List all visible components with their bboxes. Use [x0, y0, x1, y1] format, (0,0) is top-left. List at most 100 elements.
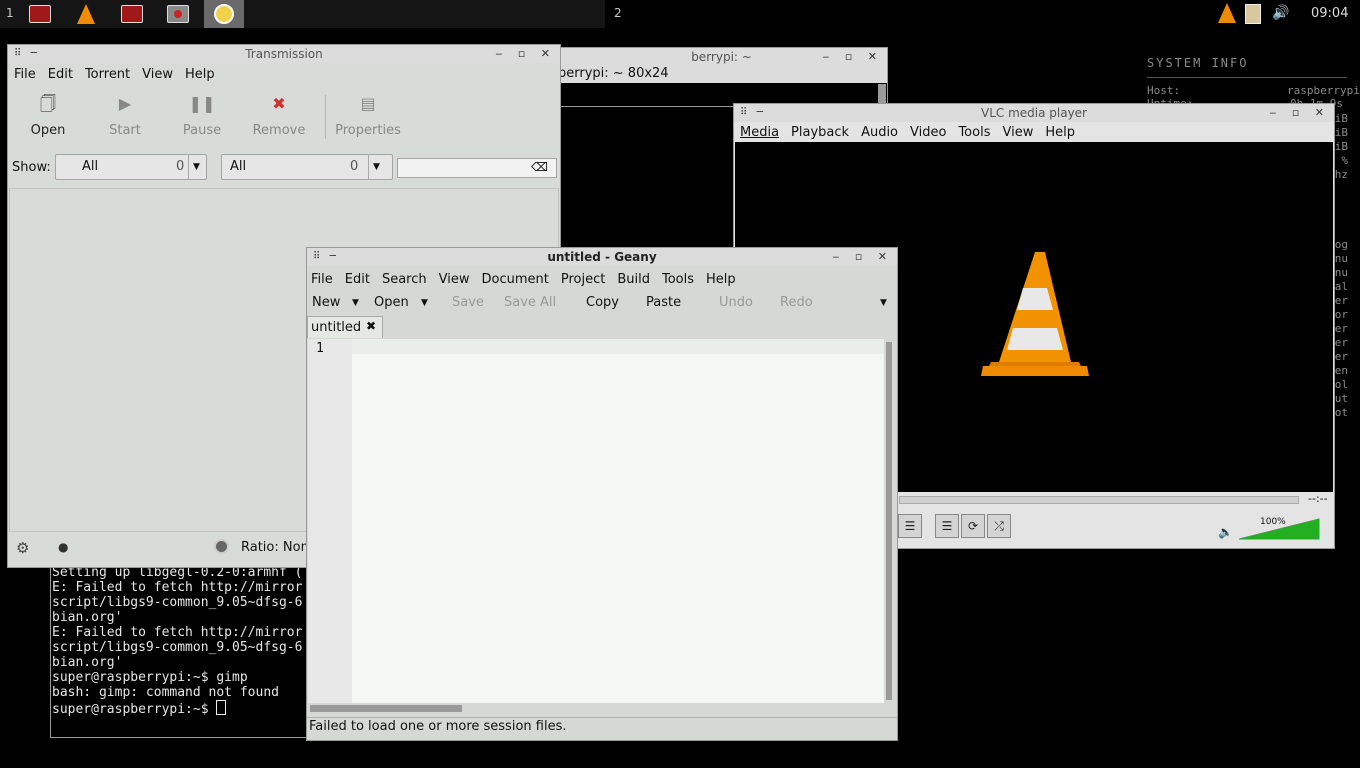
horizontal-scrollbar[interactable]: [310, 705, 462, 712]
menu-build[interactable]: Build: [611, 272, 656, 287]
folder-open-icon: 🗍: [40, 94, 56, 113]
vlc-menubar: Media Playback Audio Video Tools View He…: [734, 122, 1334, 142]
taskbar-terminal-button[interactable]: [20, 0, 60, 28]
editor-area[interactable]: [352, 339, 884, 703]
shuffle-button[interactable]: ⤮: [987, 514, 1011, 538]
taskbar-transmission-button[interactable]: [158, 0, 198, 28]
search-input[interactable]: ⌫: [397, 158, 557, 178]
volume-slider[interactable]: [1239, 518, 1321, 540]
turtle-icon[interactable]: ●: [58, 540, 68, 554]
start-button[interactable]: ▶ Start: [93, 93, 157, 138]
copy-button[interactable]: Copy: [586, 295, 619, 310]
save-all-button[interactable]: Save All: [504, 295, 556, 310]
menu-view[interactable]: View: [136, 67, 179, 82]
transmission-titlebar[interactable]: ⠿ ‒ Transmission ‒ ▫ ✕: [8, 45, 560, 63]
play-icon: ▶: [118, 94, 132, 113]
menu-video[interactable]: Video: [904, 125, 952, 140]
menu-torrent[interactable]: Torrent: [79, 67, 136, 82]
equalizer-icon: ☰: [904, 519, 916, 533]
chevron-down-icon[interactable]: ▼: [352, 298, 359, 308]
chevron-down-icon[interactable]: ▼: [421, 298, 428, 308]
conky-fragment: %: [1341, 154, 1348, 167]
menu-view[interactable]: View: [433, 272, 476, 287]
cursor: [216, 700, 227, 715]
menu-help[interactable]: Help: [179, 67, 221, 82]
conky-fragments: iB iB iB% hz og nu nu nal ner tor ver ser ser en rol ou…: [1328, 0, 1360, 768]
menu-tools[interactable]: Tools: [952, 125, 996, 140]
tray-vlc-icon[interactable]: [1218, 3, 1236, 23]
terminal-titlebar[interactable]: berrypi: ~ ‒ ▫ ✕: [556, 48, 887, 66]
workspace-1-label[interactable]: 1: [6, 6, 14, 20]
menu-help[interactable]: Help: [1039, 125, 1081, 140]
transmission-title: Transmission: [245, 47, 323, 61]
clipboard-icon[interactable]: [1245, 4, 1261, 24]
tracker-filter-combo[interactable]: All 0 ▼: [221, 154, 393, 180]
remove-button[interactable]: ✖ Remove: [247, 93, 311, 138]
menu-playback[interactable]: Playback: [785, 125, 855, 140]
conky-fragment: en: [1334, 364, 1348, 377]
window-controls[interactable]: ‒ ▫ ✕: [832, 248, 893, 266]
taskbar-geany-button[interactable]: [204, 0, 244, 28]
menu-help[interactable]: Help: [700, 272, 742, 287]
menu-document[interactable]: Document: [475, 272, 554, 287]
menu-search[interactable]: Search: [376, 272, 433, 287]
transmission-icon: [167, 5, 189, 23]
window-controls[interactable]: ‒ ▫ ✕: [822, 48, 883, 66]
taskbar-vlc-button[interactable]: [66, 0, 106, 28]
workspace-2-label[interactable]: 2: [614, 6, 622, 20]
pause-button[interactable]: ❚❚ Pause: [170, 93, 234, 138]
loop-icon: ⟳: [967, 519, 979, 533]
seek-bar[interactable]: [899, 496, 1299, 504]
undo-button[interactable]: Undo: [719, 295, 753, 310]
geany-titlebar[interactable]: ⠿ ‒ untitled - Geany ‒ ▫ ✕: [307, 248, 897, 266]
ratio-icon[interactable]: [214, 539, 229, 554]
activity-filter-combo[interactable]: All 0 ▼: [55, 154, 207, 180]
terminal-line: E: Failed to fetch http://mirror: [52, 580, 303, 595]
terminal-title: berrypi: ~: [691, 50, 752, 64]
remove-icon: ✖: [272, 94, 286, 113]
volume-icon[interactable]: 🔊: [1272, 5, 1289, 21]
taskbar-terminal-button[interactable]: [112, 0, 152, 28]
window-controls[interactable]: ‒ ▫ ✕: [495, 45, 556, 63]
terminal-scrollbar[interactable]: [878, 84, 886, 104]
menu-edit[interactable]: Edit: [42, 67, 79, 82]
ratio-label: Ratio: Non: [241, 540, 309, 555]
menu-file[interactable]: File: [307, 272, 339, 287]
properties-button[interactable]: ▤ Properties: [331, 93, 405, 138]
new-button[interactable]: New: [312, 295, 340, 310]
menu-edit[interactable]: Edit: [339, 272, 376, 287]
terminal-icon: [121, 5, 143, 23]
line-number: 1: [316, 341, 324, 356]
vlc-titlebar[interactable]: ⠿ ‒ VLC media player ‒ ▫ ✕: [734, 104, 1334, 122]
redo-button[interactable]: Redo: [780, 295, 813, 310]
menu-file[interactable]: File: [8, 67, 42, 82]
menu-audio[interactable]: Audio: [855, 125, 904, 140]
conky-fragment: nu: [1334, 266, 1348, 279]
clear-search-icon[interactable]: ⌫: [531, 160, 548, 174]
taskbar: 1: [0, 0, 605, 28]
gear-icon[interactable]: ⚙: [16, 539, 29, 557]
menu-view[interactable]: View: [996, 125, 1039, 140]
tab-untitled[interactable]: untitled ✖: [307, 316, 383, 338]
menu-media[interactable]: Media: [734, 125, 785, 140]
vertical-scrollbar[interactable]: [886, 342, 892, 700]
equalizer-button[interactable]: ☰: [898, 514, 922, 538]
paste-button[interactable]: Paste: [646, 295, 681, 310]
speaker-icon[interactable]: 🔈: [1218, 525, 1233, 539]
loop-button[interactable]: ⟳: [961, 514, 985, 538]
close-tab-icon[interactable]: ✖: [366, 319, 376, 333]
playlist-button[interactable]: ☰: [935, 514, 959, 538]
terminal-line: E: Failed to fetch http://mirror: [52, 625, 303, 640]
toolbar-overflow-icon[interactable]: ▼: [880, 298, 887, 308]
open-button[interactable]: 🗍 Open: [16, 93, 80, 138]
conky-fragment: iB: [1334, 140, 1348, 153]
properties-icon: ▤: [360, 94, 376, 113]
geany-menubar: File Edit Search View Document Project B…: [307, 268, 897, 290]
menu-tools[interactable]: Tools: [656, 272, 700, 287]
window-controls[interactable]: ‒ ▫ ✕: [1269, 104, 1330, 122]
terminal-body[interactable]: Setting up libgegl-0.2-0:armhf (E: Faile…: [50, 565, 313, 738]
menu-project[interactable]: Project: [555, 272, 611, 287]
open-button[interactable]: Open: [374, 295, 409, 310]
current-line-highlight: [352, 339, 884, 354]
save-button[interactable]: Save: [452, 295, 484, 310]
